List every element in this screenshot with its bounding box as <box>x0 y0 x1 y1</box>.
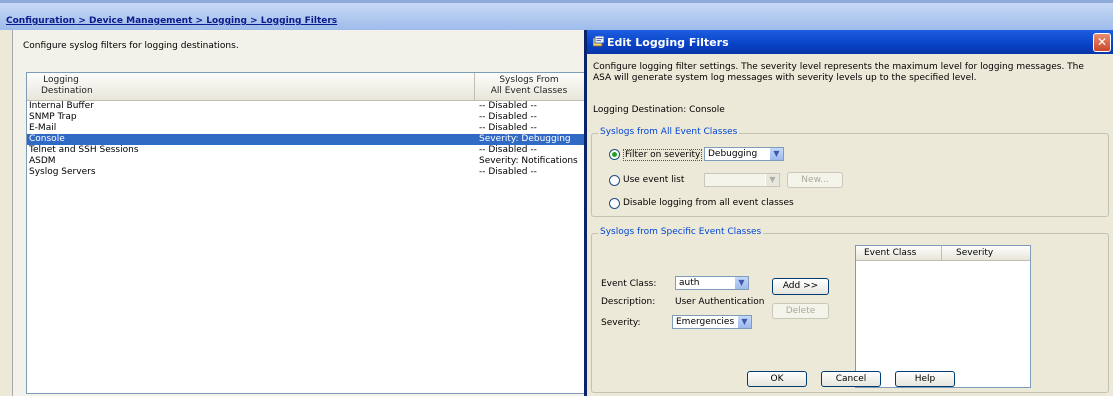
severity-dropdown-value: Debugging <box>708 149 758 159</box>
filter-on-severity-label[interactable]: Filter on severity <box>623 149 703 161</box>
syslogs-cell: -- Disabled -- <box>479 101 537 111</box>
column-header-event-class[interactable]: Event Class <box>864 248 916 258</box>
event-class-label: Event Class: <box>601 279 657 289</box>
event-list-dropdown[interactable]: ▼ <box>704 173 780 187</box>
filter-on-severity-radio[interactable] <box>609 149 620 160</box>
description-label: Description: <box>601 297 656 307</box>
destination-cell: ASDM <box>29 156 56 166</box>
breadcrumb-configuration[interactable]: Configuration <box>6 16 75 26</box>
logging-destination-label: Logging Destination: Console <box>593 105 725 115</box>
chevron-down-icon[interactable]: ▼ <box>737 316 751 328</box>
event-severity-dropdown-value: Emergencies <box>676 317 735 327</box>
dialog-icon <box>593 36 604 47</box>
use-event-list-radio[interactable] <box>609 175 620 186</box>
table-header: Logging Destination Syslogs From All Eve… <box>27 73 585 101</box>
breadcrumb-bar: Configuration > Device Management > Logg… <box>0 0 1113 30</box>
destination-cell: Internal Buffer <box>29 101 94 111</box>
breadcrumb-separator: > <box>75 16 90 26</box>
description-value: User Authentication <box>675 297 765 307</box>
help-button[interactable]: Help <box>895 371 955 387</box>
specific-event-classes-label: Syslogs from Specific Event Classes <box>598 227 764 237</box>
use-event-list-label[interactable]: Use event list <box>623 175 684 185</box>
dialog-title: Edit Logging Filters <box>607 36 729 49</box>
syslogs-cell: Severity: Debugging <box>479 134 571 144</box>
event-severity-dropdown[interactable]: Emergencies ▼ <box>672 315 752 329</box>
destination-cell: Telnet and SSH Sessions <box>29 145 139 155</box>
delete-button[interactable]: Delete <box>772 303 829 319</box>
destination-cell: SNMP Trap <box>29 112 77 122</box>
destination-cell: Syslog Servers <box>29 167 96 177</box>
breadcrumb-device-management[interactable]: Device Management <box>89 16 192 26</box>
event-class-table: Event Class Severity <box>855 245 1031 388</box>
syslogs-cell: -- Disabled -- <box>479 145 537 155</box>
table-row[interactable]: E-Mail -- Disabled -- <box>27 123 585 134</box>
all-event-classes-label: Syslogs from All Event Classes <box>598 127 740 137</box>
dialog-titlebar[interactable]: Edit Logging Filters ✕ <box>587 30 1113 54</box>
ok-button[interactable]: OK <box>747 371 807 387</box>
column-divider <box>941 246 942 260</box>
destination-cell: Console <box>29 134 65 144</box>
breadcrumb-separator: > <box>246 16 261 26</box>
syslogs-cell: -- Disabled -- <box>479 112 537 122</box>
table-row[interactable]: Syslog Servers -- Disabled -- <box>27 167 585 178</box>
add-button[interactable]: Add >> <box>772 278 829 295</box>
severity-dropdown[interactable]: Debugging ▼ <box>704 147 784 161</box>
logging-destinations-table: Logging Destination Syslogs From All Eve… <box>26 72 586 394</box>
cancel-button[interactable]: Cancel <box>821 371 881 387</box>
disable-logging-label[interactable]: Disable logging from all event classes <box>623 198 794 208</box>
table-row[interactable]: Telnet and SSH Sessions -- Disabled -- <box>27 145 585 156</box>
column-header-severity[interactable]: Severity <box>956 248 993 258</box>
breadcrumb: Configuration > Device Management > Logg… <box>6 16 337 26</box>
chevron-down-icon[interactable]: ▼ <box>765 174 779 186</box>
edit-logging-filters-dialog: Edit Logging Filters ✕ Configure logging… <box>584 30 1113 396</box>
breadcrumb-separator: > <box>192 16 207 26</box>
event-class-table-header: Event Class Severity <box>856 246 1030 261</box>
syslogs-cell: Severity: Notifications <box>479 156 578 166</box>
column-header-destination[interactable]: Logging Destination <box>41 75 93 97</box>
table-row[interactable]: Console Severity: Debugging <box>27 134 585 145</box>
breadcrumb-logging-filters[interactable]: Logging Filters <box>261 16 337 26</box>
new-event-list-button[interactable]: New... <box>787 172 843 188</box>
chevron-down-icon[interactable]: ▼ <box>769 148 783 160</box>
close-button[interactable]: ✕ <box>1093 33 1111 52</box>
panel-description: Configure syslog filters for logging des… <box>23 41 239 51</box>
disable-logging-radio[interactable] <box>609 198 620 209</box>
table-row[interactable]: ASDM Severity: Notifications <box>27 156 585 167</box>
dialog-description: Configure logging filter settings. The s… <box>593 62 1084 83</box>
breadcrumb-logging[interactable]: Logging <box>206 16 247 26</box>
specific-event-classes-group: Syslogs from Specific Event Classes <box>591 227 1109 393</box>
chevron-down-icon[interactable]: ▼ <box>734 277 748 289</box>
destination-cell: E-Mail <box>29 123 57 133</box>
column-header-syslogs[interactable]: Syslogs From All Event Classes <box>474 75 584 97</box>
event-class-dropdown-value: auth <box>679 278 700 288</box>
syslogs-cell: -- Disabled -- <box>479 167 537 177</box>
severity-label: Severity: <box>601 318 641 328</box>
table-row[interactable]: SNMP Trap -- Disabled -- <box>27 112 585 123</box>
table-row[interactable]: Internal Buffer -- Disabled -- <box>27 101 585 112</box>
event-class-dropdown[interactable]: auth ▼ <box>675 276 749 290</box>
syslogs-cell: -- Disabled -- <box>479 123 537 133</box>
